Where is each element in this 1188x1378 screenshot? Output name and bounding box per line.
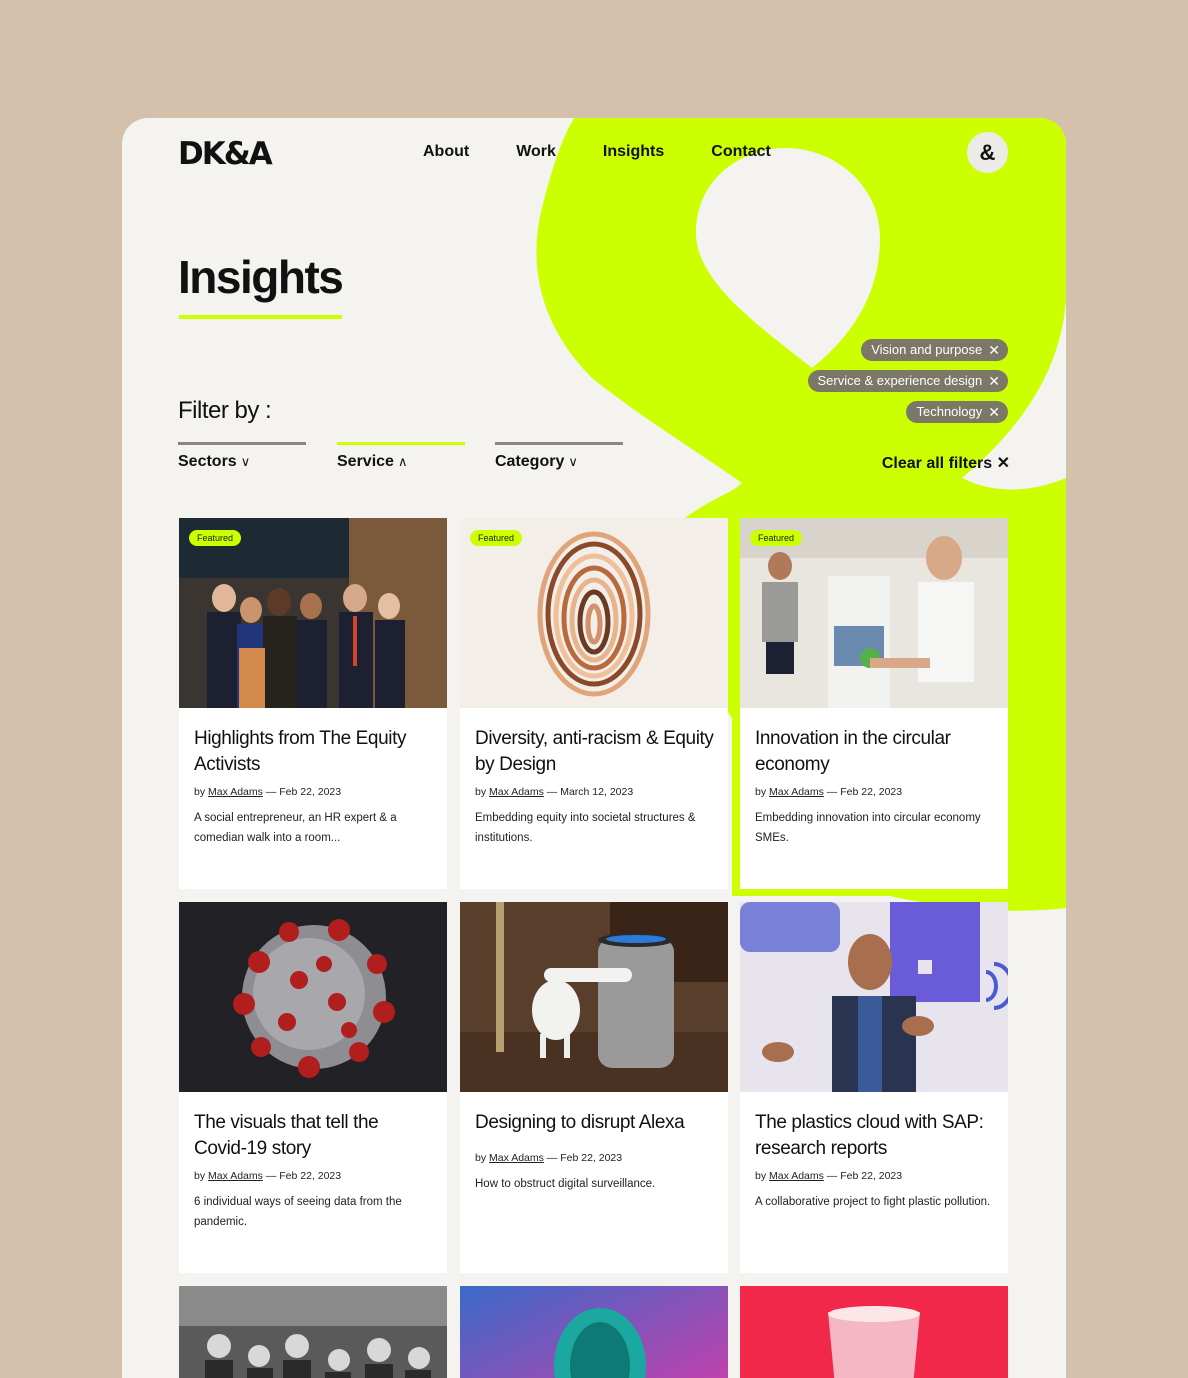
card-date: — Feb 22, 2023	[826, 786, 903, 798]
nav-contact[interactable]: Contact	[711, 143, 771, 161]
card-image: Featured	[740, 518, 1008, 708]
card-image	[460, 902, 728, 1092]
author-link[interactable]: Max Adams	[769, 786, 824, 798]
card-title: The visuals that tell the Covid-19 story	[194, 1112, 379, 1159]
card-meta-by: by	[194, 786, 206, 798]
card-date: — March 12, 2023	[546, 786, 634, 798]
insight-card[interactable]	[179, 1286, 447, 1378]
card-date: — Feb 22, 2023	[265, 1170, 342, 1182]
author-link[interactable]: Max Adams	[489, 786, 544, 798]
card-description: A collaborative project to fight plastic…	[755, 1196, 991, 1208]
card-title: Innovation in the circular economy	[755, 728, 951, 775]
card-description: Embedding equity into societal structure…	[475, 812, 696, 844]
close-icon[interactable]: ✕	[988, 405, 1000, 419]
main-nav: About Work Insights Contact	[423, 143, 771, 161]
card-description: Embedding innovation into circular econo…	[755, 812, 981, 844]
filter-label-text: Sectors	[178, 453, 237, 470]
insight-card[interactable]: The plastics cloud with SAP: research re…	[740, 902, 1008, 1273]
chevron-up-icon: ∧	[397, 454, 408, 469]
insight-card[interactable]: Featured Diversity, anti-racism & Equity…	[460, 518, 728, 889]
insight-card[interactable]: Featured Innovation in the circular econ…	[740, 518, 1008, 889]
card-description: A social entrepreneur, an HR expert & a …	[194, 812, 397, 844]
author-link[interactable]: Max Adams	[208, 786, 263, 798]
active-filter-chips: Vision and purpose ✕ Service & experienc…	[807, 339, 1008, 423]
card-meta: by Max Adams — Feb 22, 2023	[475, 1152, 622, 1164]
nav-work[interactable]: Work	[516, 143, 556, 161]
author-link[interactable]: Max Adams	[489, 1152, 544, 1164]
chevron-down-icon: ∨	[240, 454, 251, 469]
chip-label: Vision and purpose	[871, 342, 983, 357]
card-meta-by: by	[194, 1170, 206, 1182]
card-image	[740, 902, 1008, 1092]
card-meta: by Max Adams — March 12, 2023	[475, 786, 633, 798]
insight-card[interactable]: The visuals that tell the Covid-19 story…	[179, 902, 447, 1273]
card-image	[179, 902, 447, 1092]
chip-vision-and-purpose[interactable]: Vision and purpose ✕	[861, 339, 1008, 361]
clear-all-label: Clear all filters	[881, 455, 993, 472]
close-icon: ✕	[996, 455, 1010, 472]
card-description: 6 individual ways of seeing data from th…	[194, 1196, 402, 1228]
page-title: Insights	[178, 251, 344, 303]
chip-label: Service & experience design	[817, 373, 983, 388]
card-meta-by: by	[475, 1152, 487, 1164]
card-title: Diversity, anti-racism & Equity by Desig…	[475, 728, 714, 775]
card-meta: by Max Adams — Feb 22, 2023	[755, 1170, 902, 1182]
card-meta: by Max Adams — Feb 22, 2023	[194, 1170, 341, 1182]
chip-label: Technology	[916, 404, 983, 419]
chip-service-experience-design[interactable]: Service & experience design ✕	[807, 370, 1008, 392]
card-image	[740, 1286, 1008, 1378]
logo[interactable]: DK&A	[178, 136, 273, 172]
author-link[interactable]: Max Adams	[769, 1170, 824, 1182]
page-frame: DK&A About Work Insights Contact & Insig…	[122, 118, 1066, 1378]
card-meta-by: by	[475, 786, 487, 798]
insight-card[interactable]: Featured Highlights from The Equity Acti…	[179, 518, 447, 889]
card-image	[460, 1286, 728, 1378]
close-icon[interactable]: ✕	[988, 374, 1000, 388]
card-date: — Feb 22, 2023	[826, 1170, 903, 1182]
featured-badge: Featured	[470, 530, 523, 546]
card-meta: by Max Adams — Feb 22, 2023	[194, 786, 341, 798]
card-title: Designing to disrupt Alexa	[475, 1112, 685, 1133]
card-title: Highlights from The Equity Activists	[194, 728, 407, 775]
close-icon[interactable]: ✕	[988, 343, 1000, 357]
featured-badge: Featured	[750, 530, 803, 546]
card-date: — Feb 22, 2023	[546, 1152, 623, 1164]
insight-card[interactable]	[460, 1286, 728, 1378]
insight-card[interactable]: Designing to disrupt Alexa by Max Adams …	[460, 902, 728, 1273]
filter-label-text: Service	[337, 453, 394, 470]
card-date: — Feb 22, 2023	[265, 786, 342, 798]
card-meta-by: by	[755, 786, 767, 798]
author-link[interactable]: Max Adams	[208, 1170, 263, 1182]
card-meta: by Max Adams — Feb 22, 2023	[755, 786, 902, 798]
card-description: How to obstruct digital surveillance.	[475, 1178, 656, 1190]
chip-technology[interactable]: Technology ✕	[906, 401, 1008, 423]
card-image	[179, 1286, 447, 1378]
ampersand-icon: &	[979, 139, 996, 165]
chevron-down-icon: ∨	[568, 454, 578, 469]
clear-all-filters-button[interactable]: Clear all filters ✕	[882, 453, 1010, 473]
filter-label-text: Category	[495, 453, 565, 470]
filter-service[interactable]: Service ∧	[337, 442, 465, 471]
nav-about[interactable]: About	[423, 143, 469, 161]
filter-category[interactable]: Category ∨	[495, 442, 623, 471]
card-image: Featured	[460, 518, 728, 708]
nav-insights[interactable]: Insights	[603, 143, 664, 161]
filter-label: Filter by :	[178, 397, 272, 424]
insight-card[interactable]	[740, 1286, 1008, 1378]
featured-badge: Featured	[189, 530, 242, 546]
card-meta-by: by	[755, 1170, 767, 1182]
filter-sectors[interactable]: Sectors ∨	[178, 442, 306, 471]
card-image: Featured	[179, 518, 447, 708]
menu-button[interactable]: &	[967, 132, 1008, 173]
title-underline	[179, 315, 342, 319]
card-title: The plastics cloud with SAP: research re…	[755, 1112, 984, 1159]
